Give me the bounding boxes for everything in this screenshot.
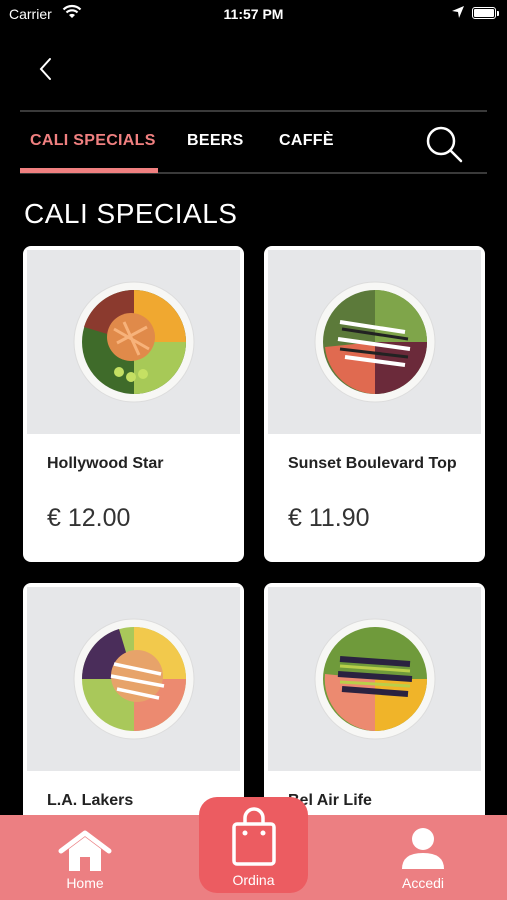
nav-accedi-label: Accedi (401, 875, 445, 891)
chevron-left-icon (39, 58, 51, 80)
product-price: € 11.90 (288, 504, 370, 532)
battery-icon (472, 7, 496, 19)
product-card[interactable]: Hollywood Star € 12.00 (23, 246, 244, 562)
battery-tip (497, 11, 499, 16)
nav-accedi[interactable]: Accedi (383, 815, 463, 900)
tab-caffe[interactable]: CAFFÈ (279, 132, 334, 150)
category-tabs: CALI SPECIALS BEERS CAFFÈ (20, 110, 487, 174)
back-button[interactable] (30, 52, 60, 86)
product-image (27, 250, 240, 434)
nav-home[interactable]: Home (45, 815, 125, 900)
home-icon (58, 830, 112, 871)
order-button-label: Ordina (232, 872, 275, 888)
product-image (268, 250, 481, 434)
active-tab-indicator (20, 168, 158, 173)
product-image (268, 587, 481, 771)
shopping-bag-icon (232, 807, 276, 866)
status-bar: Carrier 11:57 PM (0, 0, 507, 28)
nav-home-label: Home (66, 875, 104, 891)
product-card[interactable]: Sunset Boulevard Top € 11.90 (264, 246, 485, 562)
product-price: € 12.00 (47, 504, 131, 532)
tab-cali-specials[interactable]: CALI SPECIALS (30, 132, 156, 150)
section-title: CALI SPECIALS (24, 198, 238, 229)
search-icon (426, 126, 463, 163)
order-button[interactable]: Ordina (199, 797, 308, 893)
tab-beers[interactable]: BEERS (187, 132, 244, 150)
product-image (27, 587, 240, 771)
clock: 11:57 PM (223, 6, 284, 22)
product-name: Hollywood Star (47, 455, 164, 472)
location-arrow-icon (451, 5, 465, 22)
product-name: Bel Air Life (288, 792, 372, 809)
product-name: Sunset Boulevard Top (288, 455, 457, 472)
user-icon (402, 828, 444, 869)
search-button[interactable] (424, 124, 464, 164)
